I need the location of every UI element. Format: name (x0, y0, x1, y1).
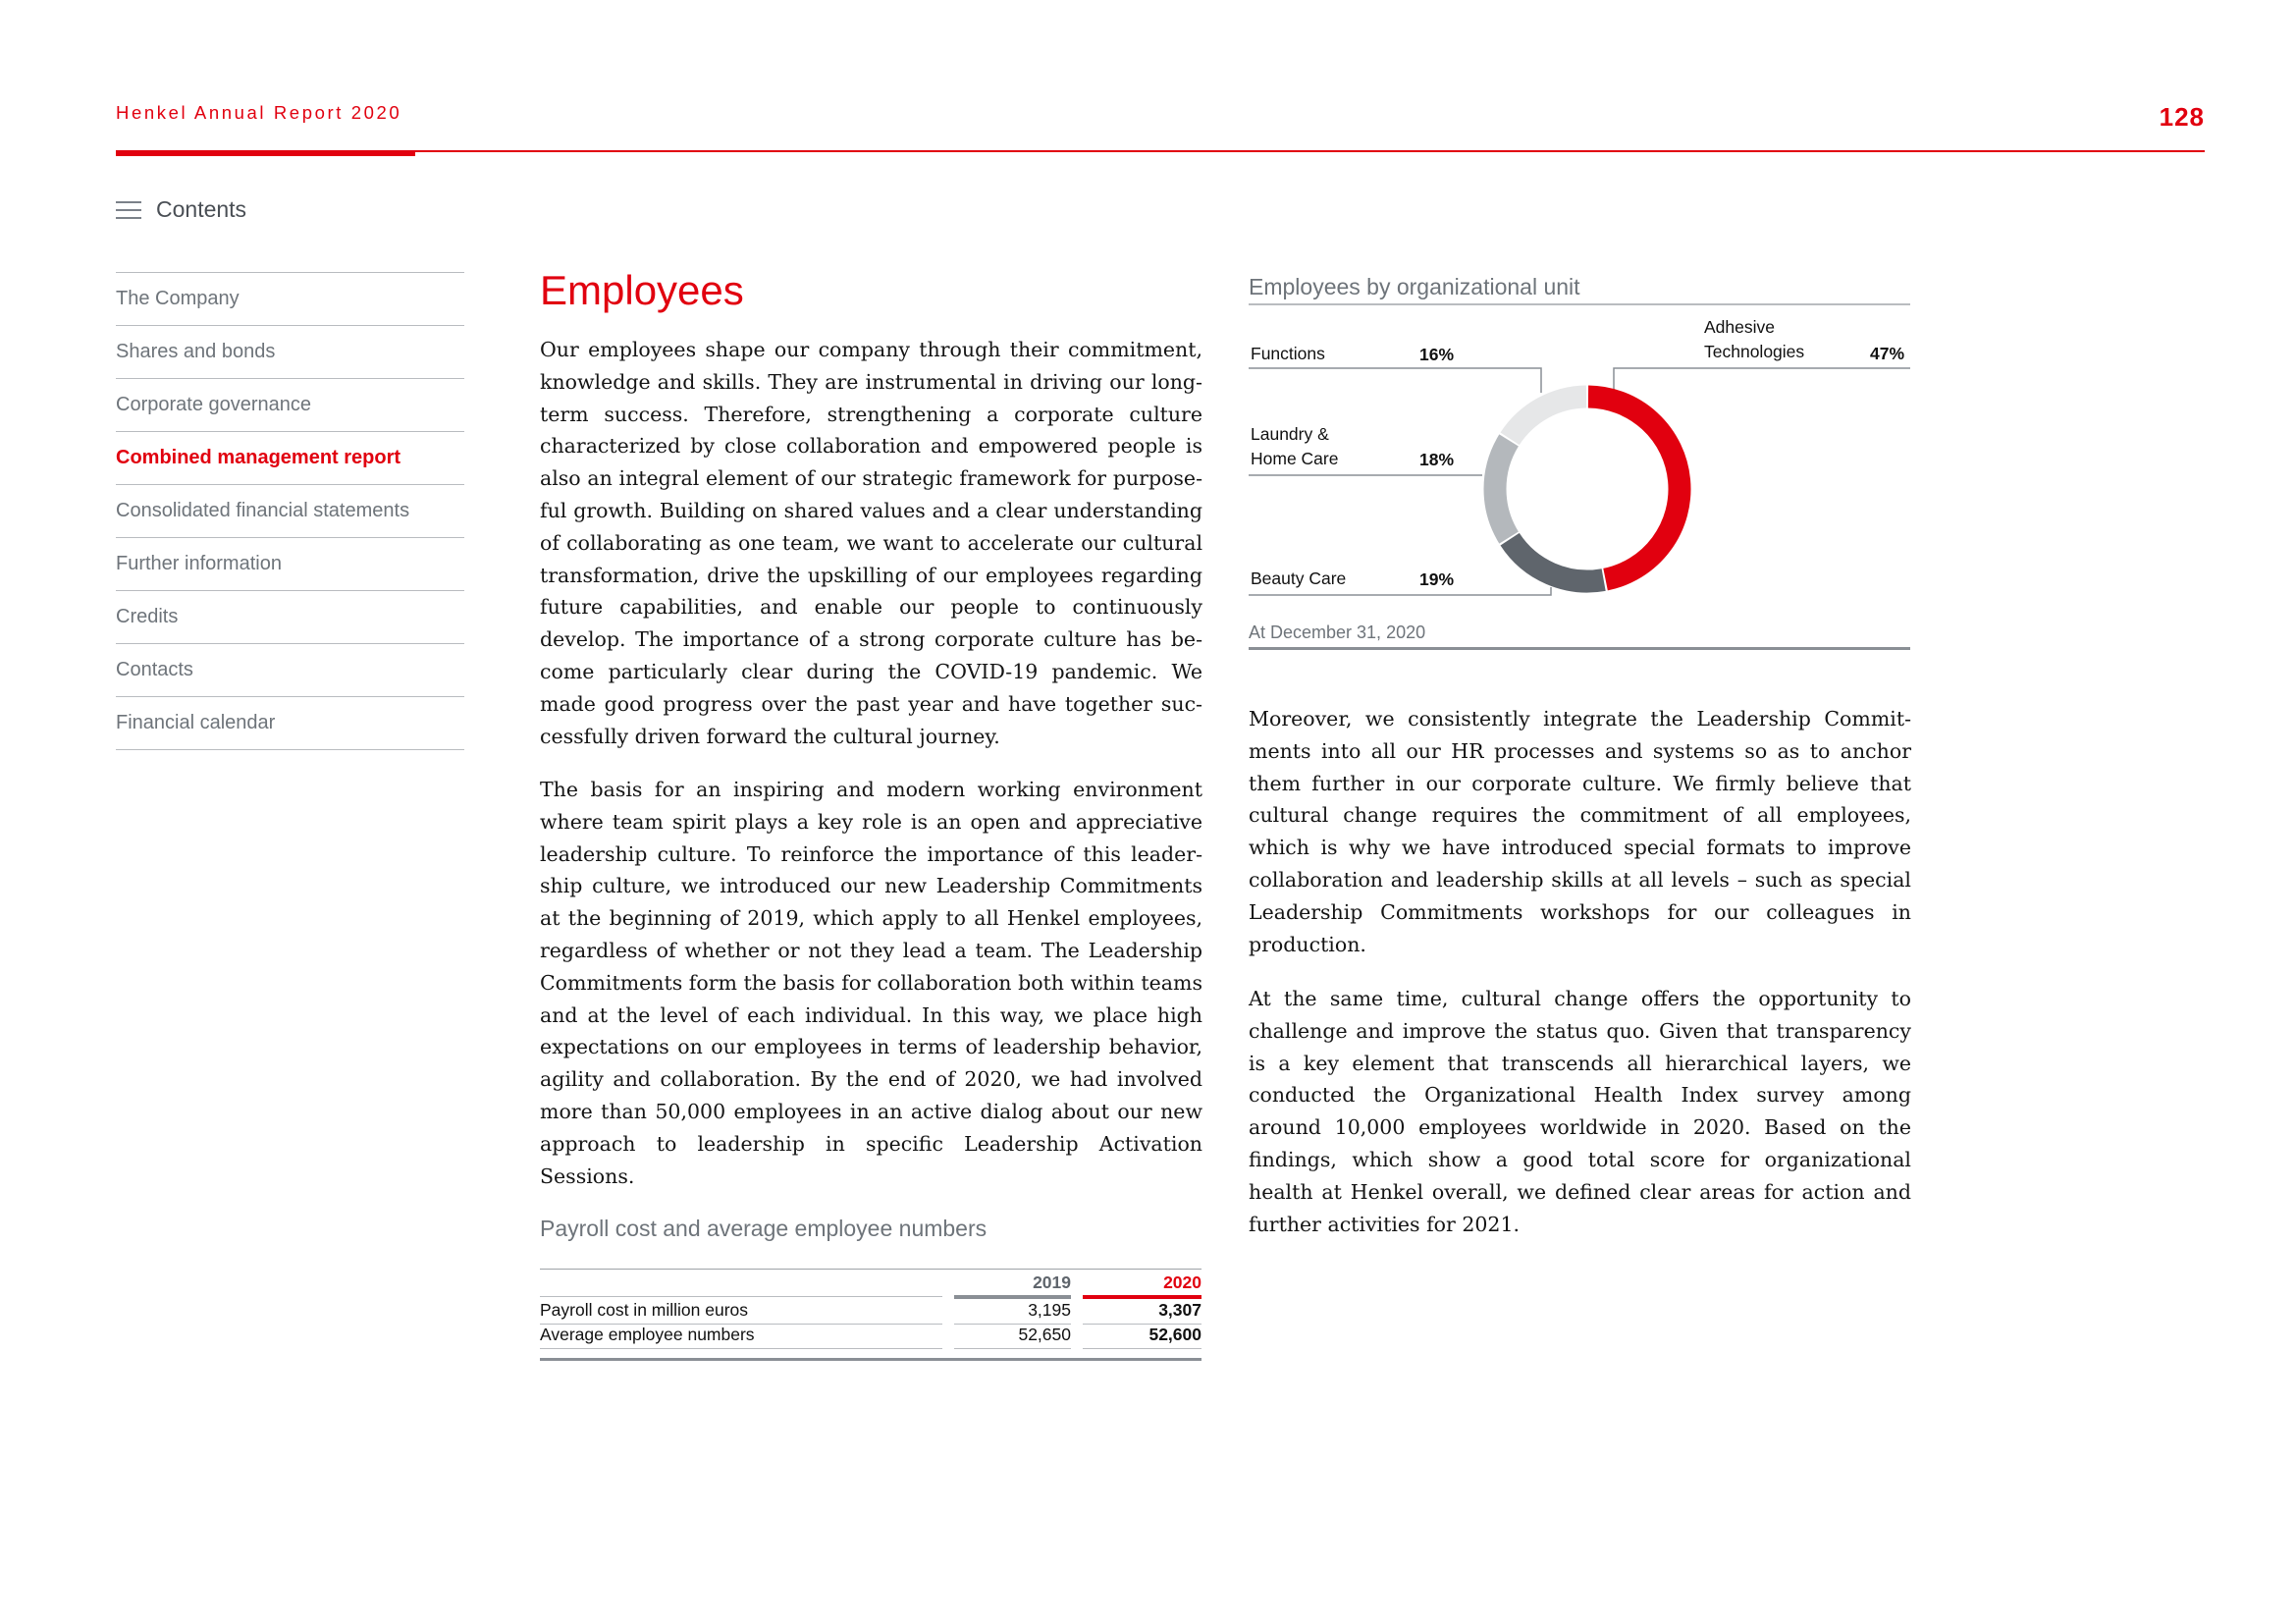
donut-slice-adhesive-technologies (1587, 385, 1691, 591)
chart-bottom-rule (1249, 647, 1910, 650)
donut-slice-beauty-care (1500, 532, 1606, 593)
column-header-2020: 2020 (1163, 1272, 1201, 1292)
chart-label-functions: Functions (1251, 344, 1325, 363)
row-label: Payroll cost in million euros (540, 1300, 749, 1320)
table-title: Payroll cost and average employee number… (540, 1216, 988, 1241)
cell-2020: 3,307 (1158, 1300, 1201, 1320)
cell-2019: 3,195 (1028, 1300, 1071, 1320)
chart-value-adhesive: 47% (1870, 344, 1905, 363)
sidebar-item-financial-calendar[interactable]: Financial calendar (116, 696, 464, 749)
header-rule-2019 (954, 1295, 1071, 1299)
chart-label-laundry-line2: Home Care (1251, 449, 1339, 468)
body-paragraph: The basis for an inspiring and modern wo… (540, 778, 1202, 1188)
table-header-row: 2019 2020 (540, 1272, 1201, 1299)
column-header-2019: 2019 (1033, 1272, 1071, 1292)
row-rule (1083, 1348, 1201, 1349)
cell-2019: 52,650 (1018, 1325, 1071, 1344)
leader-line-adhesive (1613, 367, 1910, 391)
cell-2020: 52,600 (1148, 1325, 1201, 1344)
payroll-table: 2019 2020 Payroll cost in million euros … (540, 1272, 1201, 1349)
donut-slices (1483, 385, 1691, 593)
chart-value-laundry: 18% (1419, 450, 1455, 469)
row-label: Average employee numbers (540, 1325, 755, 1344)
chart-label-adhesive-line2: Technologies (1704, 342, 1805, 361)
table-row: Average employee numbers 52,650 52,600 (540, 1325, 1201, 1349)
chart-value-beauty: 19% (1419, 569, 1455, 589)
table-row: Payroll cost in million euros 3,195 3,30… (540, 1300, 1201, 1325)
sidebar-divider (116, 749, 464, 750)
body-paragraph: At the same time, cultural change offers… (1249, 987, 1911, 1236)
chart-label-adhesive-line1: Adhesive (1704, 317, 1775, 337)
row-rule (954, 1348, 1071, 1349)
donut-slice-laundry-home-care (1483, 434, 1520, 544)
table-top-rule (540, 1269, 1201, 1270)
donut-slice-functions (1500, 385, 1587, 446)
chart-label-laundry-line1: Laundry & (1251, 424, 1329, 444)
body-paragraph: Moreover, we consistently integrate the … (1249, 707, 1911, 956)
chart-value-functions: 16% (1419, 345, 1455, 364)
row-rule (540, 1348, 942, 1349)
leader-line-functions (1249, 367, 1542, 393)
header-rule-label (540, 1296, 942, 1297)
header-rule-2020 (1083, 1295, 1201, 1299)
chart-label-beauty: Beauty Care (1251, 568, 1347, 588)
table-bottom-rule (540, 1358, 1201, 1361)
donut-chart (1249, 367, 1910, 596)
chart-note: At December 31, 2020 (1249, 623, 1426, 642)
